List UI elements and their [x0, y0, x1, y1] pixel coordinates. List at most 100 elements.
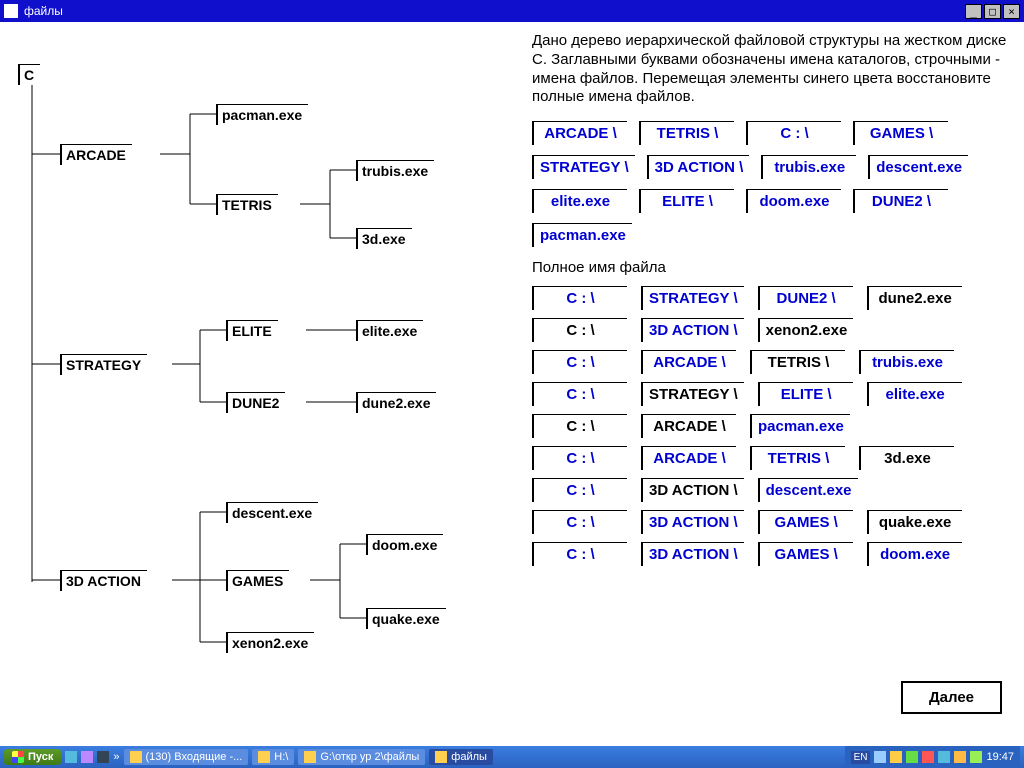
path-tile[interactable]: descent.exe — [758, 478, 858, 502]
path-tile[interactable]: C : \ — [532, 542, 627, 566]
path-tile[interactable]: STRATEGY \ — [641, 286, 744, 310]
path-tile[interactable]: 3D ACTION \ — [641, 318, 744, 342]
path-tile[interactable]: 3D ACTION \ — [641, 510, 744, 534]
draggable-tile[interactable]: C : \ — [746, 121, 841, 145]
path-tile: ARCADE \ — [641, 414, 736, 438]
path-tile: 3d.exe — [859, 446, 954, 470]
path-row: C : \ARCADE \pacman.exe — [532, 414, 1012, 438]
draggable-tile[interactable]: DUNE2 \ — [853, 189, 948, 213]
right-panel: Дано дерево иерархической файловой струк… — [532, 32, 1012, 566]
draggable-tile[interactable]: 3D ACTION \ — [647, 155, 750, 179]
draggable-tile[interactable]: trubis.exe — [761, 155, 856, 179]
path-tile[interactable]: DUNE2 \ — [758, 286, 853, 310]
folder-icon — [258, 751, 270, 763]
path-tile: TETRIS \ — [750, 350, 845, 374]
path-tile: C : \ — [532, 318, 627, 342]
taskbar-items: (130) Входящие -... H:\ G:\откр ур 2\файлы… — [124, 749, 841, 765]
path-list: C : \STRATEGY \DUNE2 \dune2.exeC : \3D A… — [532, 286, 1012, 566]
path-tile[interactable]: C : \ — [532, 510, 627, 534]
path-tile[interactable]: trubis.exe — [859, 350, 954, 374]
path-tile[interactable]: ELITE \ — [758, 382, 853, 406]
path-tile[interactable]: C : \ — [532, 478, 627, 502]
taskbar-item-label: G:\откр ур 2\файлы — [320, 751, 419, 763]
path-row: C : \ ARCADE \ TETRIS \ 3d.exe — [532, 446, 1012, 470]
clock: 19:47 — [986, 751, 1014, 763]
path-tile: xenon2.exe — [758, 318, 854, 342]
quicklaunch-icon[interactable] — [81, 751, 93, 763]
path-tile[interactable]: C : \ — [532, 446, 627, 470]
draggable-tile[interactable]: STRATEGY \ — [532, 155, 635, 179]
node-strategy: STRATEGY — [60, 354, 147, 375]
path-tile[interactable]: C : \ — [532, 350, 627, 374]
path-tile[interactable]: 3D ACTION \ — [641, 542, 744, 566]
draggable-tile[interactable]: TETRIS \ — [639, 121, 734, 145]
node-games: GAMES — [226, 570, 289, 591]
tray-icon[interactable] — [938, 751, 950, 763]
draggable-tile[interactable]: ARCADE \ — [532, 121, 627, 145]
draggable-tile[interactable]: GAMES \ — [853, 121, 948, 145]
draggable-tile[interactable]: ELITE \ — [639, 189, 734, 213]
tray-icon[interactable] — [954, 751, 966, 763]
path-tile: quake.exe — [867, 510, 962, 534]
path-tile[interactable]: doom.exe — [867, 542, 962, 566]
tray-icon[interactable] — [890, 751, 902, 763]
start-label: Пуск — [28, 751, 53, 763]
path-row: C : \STRATEGY \ELITE \elite.exe — [532, 382, 1012, 406]
app-window: файлы _ □ × — [0, 0, 1024, 768]
path-tile[interactable]: elite.exe — [867, 382, 962, 406]
node-dune2: DUNE2 — [226, 392, 285, 413]
instruction-text: Дано дерево иерархической файловой струк… — [532, 32, 1012, 107]
quicklaunch-sep: » — [113, 751, 119, 763]
draggable-tile[interactable]: descent.exe — [868, 155, 968, 179]
maximize-button[interactable]: □ — [984, 4, 1001, 19]
lang-indicator[interactable]: EN — [851, 751, 871, 764]
path-row: C : \ 3D ACTION \ GAMES \ quake.exe — [532, 510, 1012, 534]
taskbar-item-label: файлы — [451, 751, 487, 763]
tile-pool: ARCADE \ TETRIS \ C : \ GAMES \ STRATEGY \ 3D… — [532, 121, 1012, 247]
path-tile[interactable]: GAMES \ — [758, 542, 853, 566]
tray-icon[interactable] — [970, 751, 982, 763]
node-3d: 3d.exe — [356, 228, 412, 249]
next-button[interactable]: Далее — [901, 681, 1002, 714]
draggable-tile[interactable]: doom.exe — [746, 189, 841, 213]
node-elite: ELITE — [226, 320, 278, 341]
tray-icon[interactable] — [874, 751, 886, 763]
path-tile[interactable]: ARCADE \ — [641, 446, 736, 470]
path-tile[interactable]: GAMES \ — [758, 510, 853, 534]
node-trubis: trubis.exe — [356, 160, 434, 181]
taskbar-item-label: (130) Входящие -... — [146, 751, 243, 763]
folder-icon — [435, 751, 447, 763]
node-3daction: 3D ACTION — [60, 570, 147, 591]
taskbar-item[interactable]: G:\откр ур 2\файлы — [298, 749, 425, 765]
tray-icon[interactable] — [906, 751, 918, 763]
taskbar-item[interactable]: (130) Входящие -... — [124, 749, 249, 765]
path-row: C : \ 3D ACTION \ descent.exe — [532, 478, 1012, 502]
section-title: Полное имя файла — [532, 259, 1012, 276]
path-tile: 3D ACTION \ — [641, 478, 744, 502]
start-button[interactable]: Пуск — [4, 749, 61, 765]
system-tray: EN 19:47 — [845, 746, 1020, 768]
taskbar[interactable]: Пуск » (130) Входящие -... H:\ G:\откр ур … — [0, 746, 1024, 768]
path-tile[interactable]: C : \ — [532, 382, 627, 406]
draggable-tile[interactable]: pacman.exe — [532, 223, 632, 247]
draggable-tile[interactable]: elite.exe — [532, 189, 627, 213]
minimize-button[interactable]: _ — [965, 4, 982, 19]
path-tile[interactable]: TETRIS \ — [750, 446, 845, 470]
taskbar-item[interactable]: файлы — [429, 749, 493, 765]
content-area: C ARCADE pacman.exe TETRIS trubis.exe 3d… — [0, 22, 1024, 746]
taskbar-item[interactable]: H:\ — [252, 749, 294, 765]
node-tetris: TETRIS — [216, 194, 278, 215]
quicklaunch-icon[interactable] — [65, 751, 77, 763]
node-doom: doom.exe — [366, 534, 443, 555]
titlebar[interactable]: файлы _ □ × — [0, 0, 1024, 22]
start-icon — [12, 751, 24, 763]
app-icon — [4, 4, 18, 18]
path-tile[interactable]: C : \ — [532, 286, 627, 310]
close-button[interactable]: × — [1003, 4, 1020, 19]
quicklaunch-icon[interactable] — [97, 751, 109, 763]
folder-icon — [304, 751, 316, 763]
path-tile[interactable]: pacman.exe — [750, 414, 850, 438]
path-row: C : \ 3D ACTION \ GAMES \ doom.exe — [532, 542, 1012, 566]
path-tile[interactable]: ARCADE \ — [641, 350, 736, 374]
tray-icon[interactable] — [922, 751, 934, 763]
